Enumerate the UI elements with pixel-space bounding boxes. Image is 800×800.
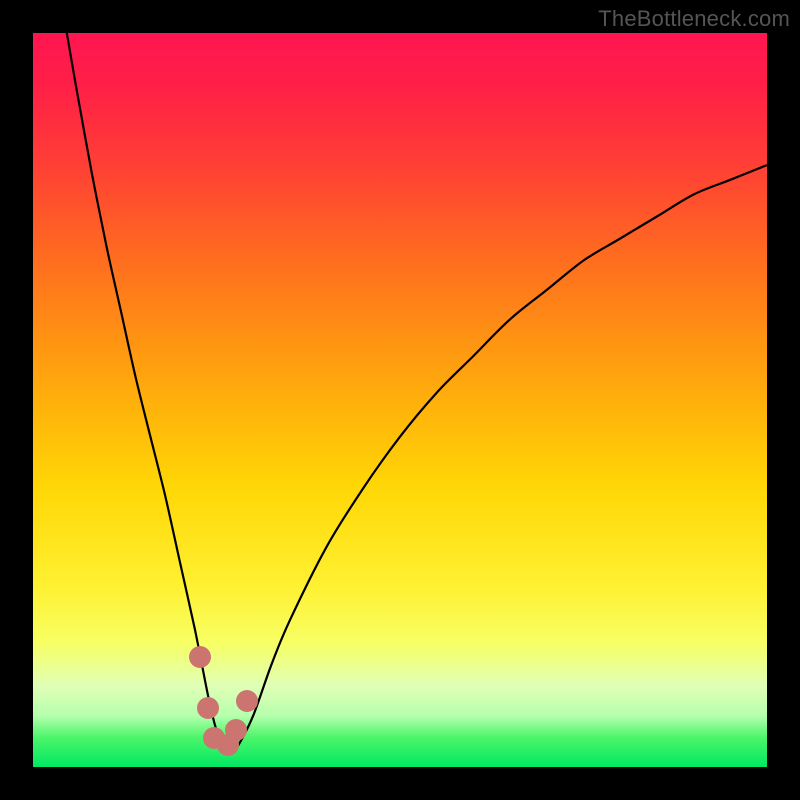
plot-area	[33, 33, 767, 767]
attribution-label: TheBottleneck.com	[598, 6, 790, 32]
curve-svg	[33, 33, 767, 767]
curve-marker	[197, 697, 219, 719]
bottleneck-curve-path	[67, 33, 767, 752]
chart-container: TheBottleneck.com	[0, 0, 800, 800]
curve-marker	[225, 719, 247, 741]
curve-marker	[236, 690, 258, 712]
curve-marker	[189, 646, 211, 668]
